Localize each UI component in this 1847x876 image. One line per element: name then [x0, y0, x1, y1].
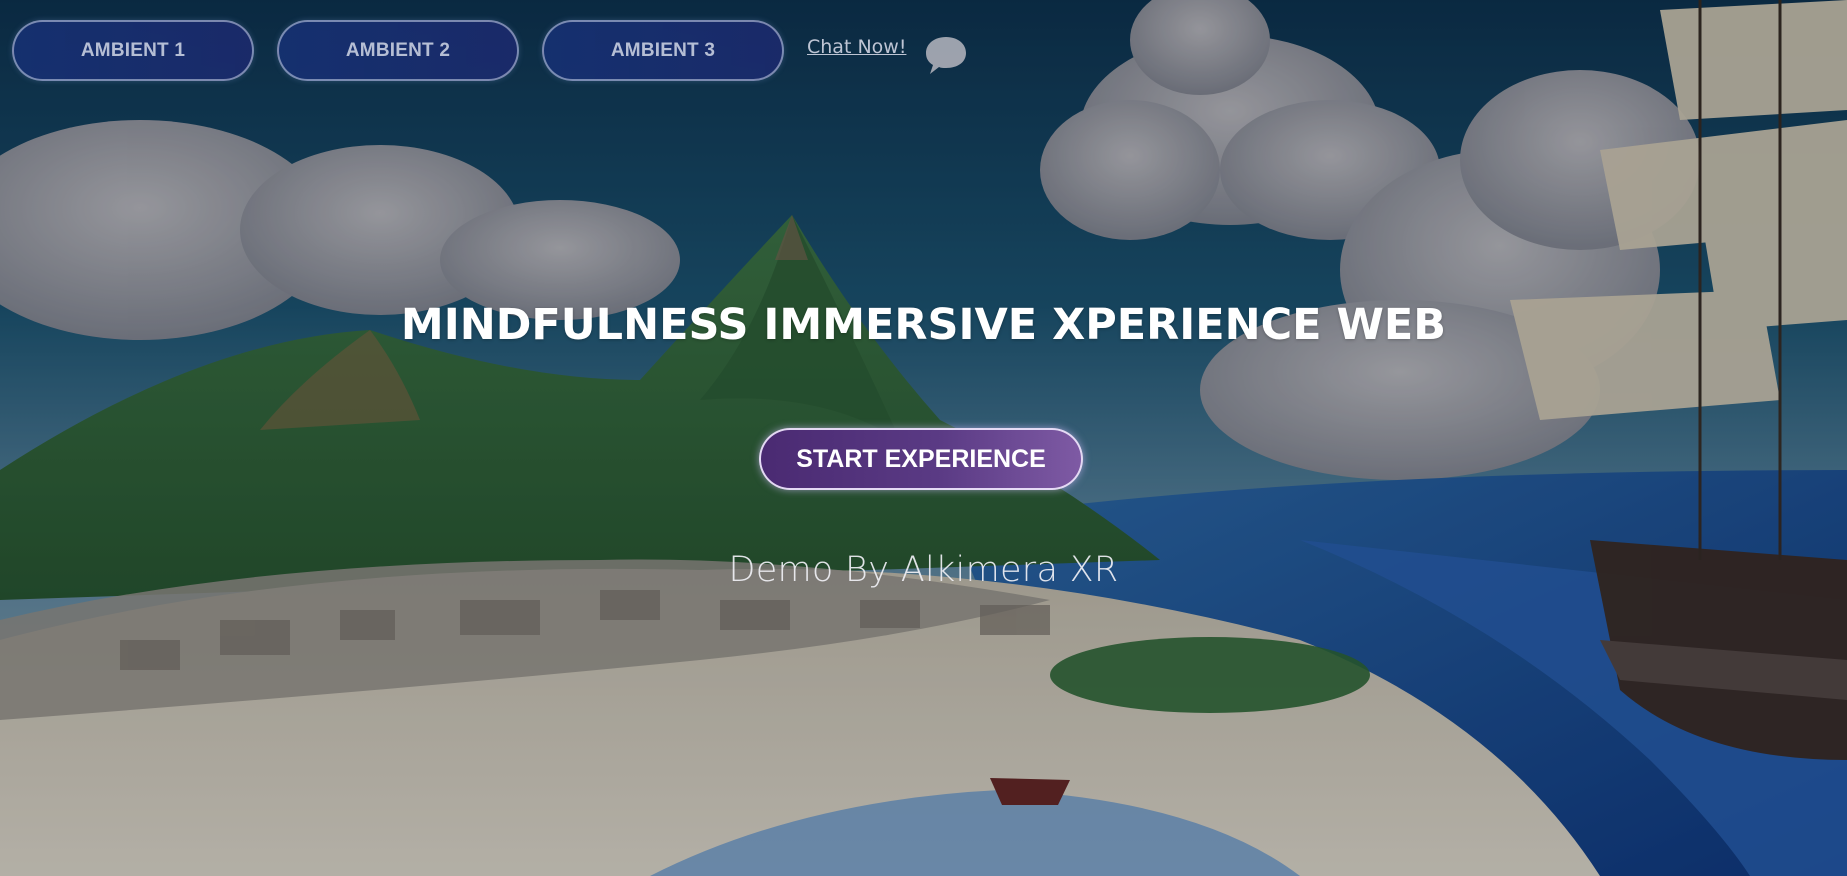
ambient-1-button[interactable]: AMBIENT 1	[12, 20, 254, 81]
start-experience-button[interactable]: START EXPERIENCE	[759, 428, 1083, 490]
speech-bubble-icon[interactable]	[924, 34, 968, 76]
page-title: MINDFULNESS IMMERSIVE XPERIENCE WEB	[400, 300, 1447, 350]
landing-page: AMBIENT 1 AMBIENT 2 AMBIENT 3 Chat Now! …	[0, 0, 1847, 876]
ambient-2-button[interactable]: AMBIENT 2	[277, 20, 519, 81]
ambient-3-button[interactable]: AMBIENT 3	[542, 20, 784, 81]
chat-now-link[interactable]: Chat Now!	[807, 36, 906, 58]
demo-credit-text: Demo By Alkimera XR	[728, 550, 1119, 590]
